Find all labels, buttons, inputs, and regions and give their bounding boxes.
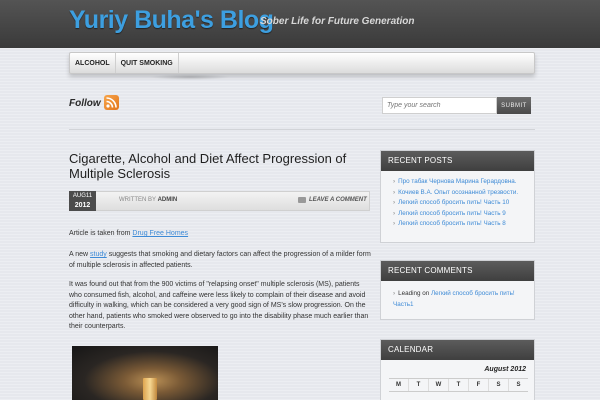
source-link[interactable]: Drug Free Homes <box>132 230 188 237</box>
post-image <box>72 346 218 400</box>
nav-item-quit-smoking[interactable]: QUIT SMOKING <box>116 53 179 73</box>
post-source-paragraph: Article is taken from Drug Free Homes <box>69 229 374 240</box>
recent-comment-item: › Leading on Легкий способ бросить пить! … <box>381 281 534 315</box>
recent-post-item[interactable]: Легкий способ бросить пить! Часть 10 <box>393 198 526 209</box>
post-author-line: WRITTEN BY ADMIN <box>119 197 177 203</box>
written-by-label: WRITTEN BY <box>119 197 156 203</box>
post-date-month-day: AUG11 <box>72 193 93 199</box>
header-divider <box>69 129 535 130</box>
study-link[interactable]: study <box>90 251 107 258</box>
recent-comments-title: RECENT COMMENTS <box>381 261 534 281</box>
calendar-title: CALENDAR <box>381 340 534 360</box>
nav-item-alcohol[interactable]: ALCOHOL <box>70 53 116 73</box>
weekday-label: S <box>489 379 509 391</box>
search-input[interactable] <box>382 97 497 114</box>
glass-illustration <box>143 378 157 400</box>
source-prefix: Article is taken from <box>69 230 133 237</box>
calendar-widget: CALENDAR August 2012 M T W T F S S <box>380 339 535 400</box>
recent-post-item[interactable]: Кочиев В.А. Опыт осознанной трезвости. <box>393 188 526 199</box>
weekday-label: T <box>409 379 429 391</box>
calendar-weekday-row: M T W T F S S <box>389 378 528 392</box>
blog-tagline: Sober Life for Future Generation <box>260 16 415 27</box>
recent-post-item[interactable]: Про табак Чернова Марина Герардовна. <box>393 177 526 188</box>
recent-posts-widget: RECENT POSTS Про табак Чернова Марина Ге… <box>380 150 535 243</box>
leave-comment-link[interactable]: LEAVE A COMMENT <box>309 197 367 203</box>
weekday-label: W <box>429 379 449 391</box>
post-author[interactable]: ADMIN <box>158 197 178 203</box>
weekday-label: M <box>389 379 409 391</box>
recent-posts-list: Про табак Чернова Марина Герардовна. Коч… <box>381 171 534 234</box>
follow-label: Follow <box>69 98 101 109</box>
weekday-label: F <box>469 379 489 391</box>
post-title[interactable]: Cigarette, Alcohol and Diet Affect Progr… <box>69 151 369 181</box>
bullet-icon: › <box>393 290 396 297</box>
recent-comments-widget: RECENT COMMENTS › Leading on Легкий спосо… <box>380 260 535 320</box>
para2-prefix: A new <box>69 251 91 258</box>
comment-icon <box>298 197 306 203</box>
site-header: Yuriy Buha's Blog Sober Life for Future … <box>0 0 600 48</box>
post-paragraph-1: A new study suggests that smoking and di… <box>69 250 374 271</box>
post-date-year: 2012 <box>74 202 91 209</box>
blog-title[interactable]: Yuriy Buha's Blog <box>69 6 274 35</box>
para2-rest: suggests that smoking and dietary factor… <box>69 251 371 269</box>
calendar-month: August 2012 <box>484 366 526 373</box>
main-nav: ALCOHOL QUIT SMOKING <box>69 52 535 74</box>
comment-author: Leading <box>398 290 421 297</box>
recent-posts-title: RECENT POSTS <box>381 151 534 171</box>
comment-on: on <box>422 290 430 297</box>
rss-icon-glyph <box>106 97 117 108</box>
post-paragraph-2: It was found out that from the 900 victi… <box>69 281 369 330</box>
recent-post-item[interactable]: Легкий способ бросить пить! Часть 8 <box>393 219 526 230</box>
search-submit-button[interactable]: SUBMIT <box>497 97 531 114</box>
rss-icon[interactable] <box>104 95 119 110</box>
post-date-badge: AUG11 2012 <box>69 191 96 211</box>
recent-post-item[interactable]: Легкий способ бросить пить! Часть 9 <box>393 209 526 220</box>
nav-shadow <box>150 74 230 80</box>
weekday-label: S <box>516 382 521 388</box>
weekday-label: T <box>449 379 469 391</box>
